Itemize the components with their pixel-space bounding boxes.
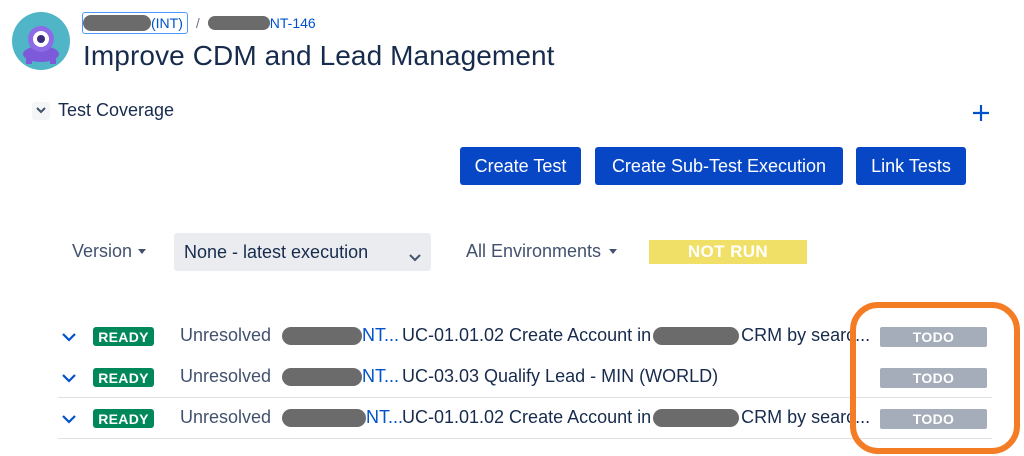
test-key-link[interactable]: NT... bbox=[282, 325, 399, 346]
test-key-suffix: NT... bbox=[362, 366, 400, 386]
test-status-badge: READY bbox=[93, 409, 154, 428]
redacted-text bbox=[282, 326, 362, 345]
test-summary-start: UC-01.01.02 Create Account in bbox=[402, 325, 652, 345]
section-title: Test Coverage bbox=[58, 100, 175, 120]
redacted-text bbox=[207, 16, 270, 30]
version-filter[interactable]: Version bbox=[72, 241, 147, 262]
caret-down-icon bbox=[138, 249, 147, 254]
create-sub-test-execution-button[interactable]: Create Sub-Test Execution bbox=[595, 147, 843, 185]
test-summary-start: UC-01.01.02 Create Account in bbox=[402, 407, 652, 427]
test-key-link[interactable]: NT... bbox=[282, 366, 399, 387]
chevron-down-icon[interactable] bbox=[60, 328, 78, 344]
test-key-suffix: NT... bbox=[366, 407, 404, 427]
redacted-text bbox=[653, 326, 740, 345]
annotation-highlight bbox=[850, 302, 1020, 454]
breadcrumb-issue-link[interactable]: NT-146 bbox=[207, 15, 316, 31]
page-title: Improve CDM and Lead Management bbox=[83, 40, 555, 71]
test-summary: UC-01.01.02 Create Account in CRM by sea… bbox=[402, 407, 870, 428]
robot-icon bbox=[12, 12, 70, 70]
breadcrumb-project-link[interactable]: (INT) bbox=[82, 12, 188, 34]
breadcrumb-separator: / bbox=[195, 15, 200, 31]
plus-icon[interactable] bbox=[970, 102, 992, 124]
chevron-down-icon bbox=[32, 101, 50, 120]
test-status-badge: READY bbox=[93, 368, 154, 387]
test-status-badge: READY bbox=[93, 327, 154, 346]
breadcrumb-project-suffix: (INT) bbox=[151, 15, 183, 31]
environments-filter[interactable]: All Environments bbox=[466, 241, 618, 262]
chevron-down-icon[interactable] bbox=[60, 410, 78, 426]
test-key-link[interactable]: NT... bbox=[282, 407, 403, 428]
redacted-text bbox=[282, 367, 362, 386]
breadcrumb: (INT) / NT-146 bbox=[82, 12, 316, 34]
test-summary: UC-01.01.02 Create Account in CRM by sea… bbox=[402, 325, 870, 346]
overall-status-badge: NOT RUN bbox=[649, 240, 807, 264]
test-resolution: Unresolved bbox=[180, 325, 272, 345]
redacted-text bbox=[83, 15, 151, 31]
test-summary: UC-03.03 Qualify Lead - MIN (WORLD) bbox=[402, 366, 718, 387]
create-test-button[interactable]: Create Test bbox=[460, 147, 581, 185]
test-coverage-toggle[interactable]: Test Coverage bbox=[32, 100, 174, 121]
test-key-suffix: NT... bbox=[362, 325, 400, 345]
test-resolution: Unresolved bbox=[180, 407, 272, 427]
caret-down-icon bbox=[609, 249, 618, 254]
chevron-down-icon[interactable] bbox=[60, 369, 78, 385]
chevron-down-icon bbox=[409, 246, 421, 267]
redacted-text bbox=[282, 408, 366, 427]
test-resolution: Unresolved bbox=[180, 366, 272, 386]
test-summary-start: UC-03.03 Qualify Lead - MIN (WORLD) bbox=[402, 366, 719, 386]
redacted-text bbox=[653, 408, 740, 427]
environments-filter-label: All Environments bbox=[466, 241, 602, 261]
execution-select-value: None - latest execution bbox=[184, 241, 369, 262]
link-tests-button[interactable]: Link Tests bbox=[856, 147, 966, 185]
project-avatar[interactable] bbox=[12, 12, 70, 70]
execution-select[interactable]: None - latest execution bbox=[174, 233, 431, 271]
breadcrumb-issue-key: NT-146 bbox=[269, 15, 316, 31]
version-filter-label: Version bbox=[72, 241, 133, 261]
